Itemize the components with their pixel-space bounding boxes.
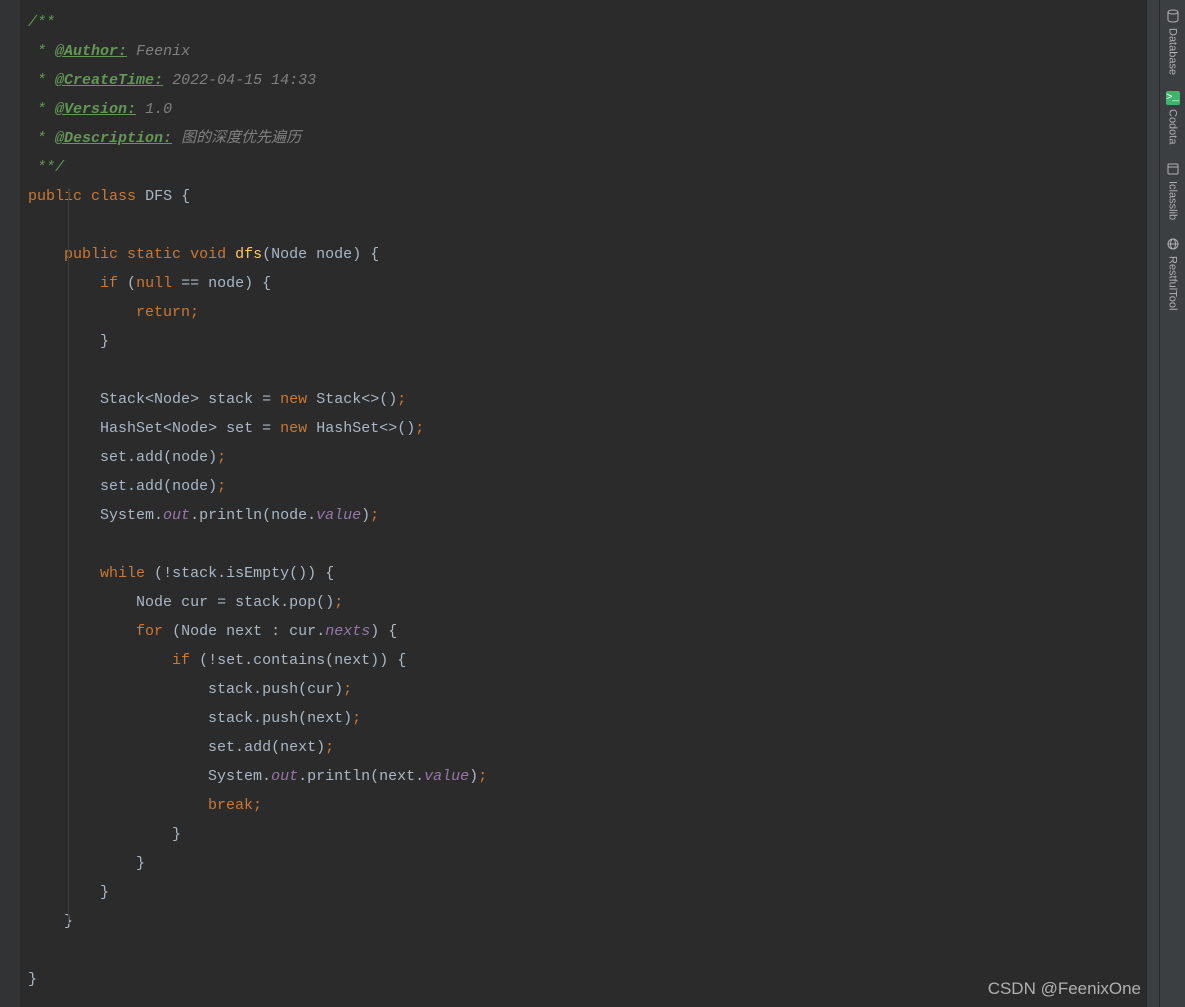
indent-guide (68, 188, 69, 924)
codota-icon: >_ (1166, 91, 1180, 105)
code-line (20, 211, 1147, 240)
tool-label: Codota (1167, 109, 1179, 144)
code-line: * @Description: 图的深度优先遍历 (20, 124, 1147, 153)
code-line: } (20, 820, 1147, 849)
code-line: } (20, 965, 1147, 994)
code-line: * @Version: 1.0 (20, 95, 1147, 124)
code-line: } (20, 878, 1147, 907)
code-line: public class DFS { (20, 182, 1147, 211)
database-tool[interactable]: Database (1165, 8, 1181, 75)
code-line: set.add(next); (20, 733, 1147, 762)
classlib-icon (1165, 161, 1181, 177)
tool-label: Iclasslib (1167, 181, 1179, 220)
code-line: set.add(node); (20, 472, 1147, 501)
code-line: while (!stack.isEmpty()) { (20, 559, 1147, 588)
restful-tool[interactable]: RestfulTool (1165, 236, 1181, 310)
editor-gutter (0, 0, 20, 1007)
code-line: * @Author: Feenix (20, 37, 1147, 66)
tool-label: Database (1167, 28, 1179, 75)
classlib-tool[interactable]: Iclasslib (1165, 161, 1181, 220)
code-line: for (Node next : cur.nexts) { (20, 617, 1147, 646)
codota-tool[interactable]: >_ Codota (1166, 91, 1180, 144)
code-line: stack.push(next); (20, 704, 1147, 733)
tool-window-bar: Database >_ Codota Iclasslib RestfulTool (1159, 0, 1185, 1007)
code-line: * @CreateTime: 2022-04-15 14:33 (20, 66, 1147, 95)
code-line: } (20, 907, 1147, 936)
vertical-scrollbar[interactable] (1147, 0, 1159, 1007)
code-line: break; (20, 791, 1147, 820)
code-line: Stack<Node> stack = new Stack<>(); (20, 385, 1147, 414)
watermark: CSDN @FeenixOne (988, 979, 1141, 999)
code-line: stack.push(cur); (20, 675, 1147, 704)
code-line: public static void dfs(Node node) { (20, 240, 1147, 269)
code-line: /** (20, 8, 1147, 37)
code-line: return; (20, 298, 1147, 327)
code-line: if (null == node) { (20, 269, 1147, 298)
tool-label: RestfulTool (1167, 256, 1179, 310)
code-line: } (20, 849, 1147, 878)
code-line: } (20, 327, 1147, 356)
code-line: HashSet<Node> set = new HashSet<>(); (20, 414, 1147, 443)
code-line: **/ (20, 153, 1147, 182)
code-line: System.out.println(node.value); (20, 501, 1147, 530)
code-line (20, 936, 1147, 965)
globe-icon (1165, 236, 1181, 252)
code-editor[interactable]: /** * @Author: Feenix * @CreateTime: 202… (20, 0, 1147, 1007)
code-line (20, 356, 1147, 385)
database-icon (1165, 8, 1181, 24)
code-line: set.add(node); (20, 443, 1147, 472)
code-line (20, 530, 1147, 559)
code-line: System.out.println(next.value); (20, 762, 1147, 791)
code-line: Node cur = stack.pop(); (20, 588, 1147, 617)
code-line: if (!set.contains(next)) { (20, 646, 1147, 675)
